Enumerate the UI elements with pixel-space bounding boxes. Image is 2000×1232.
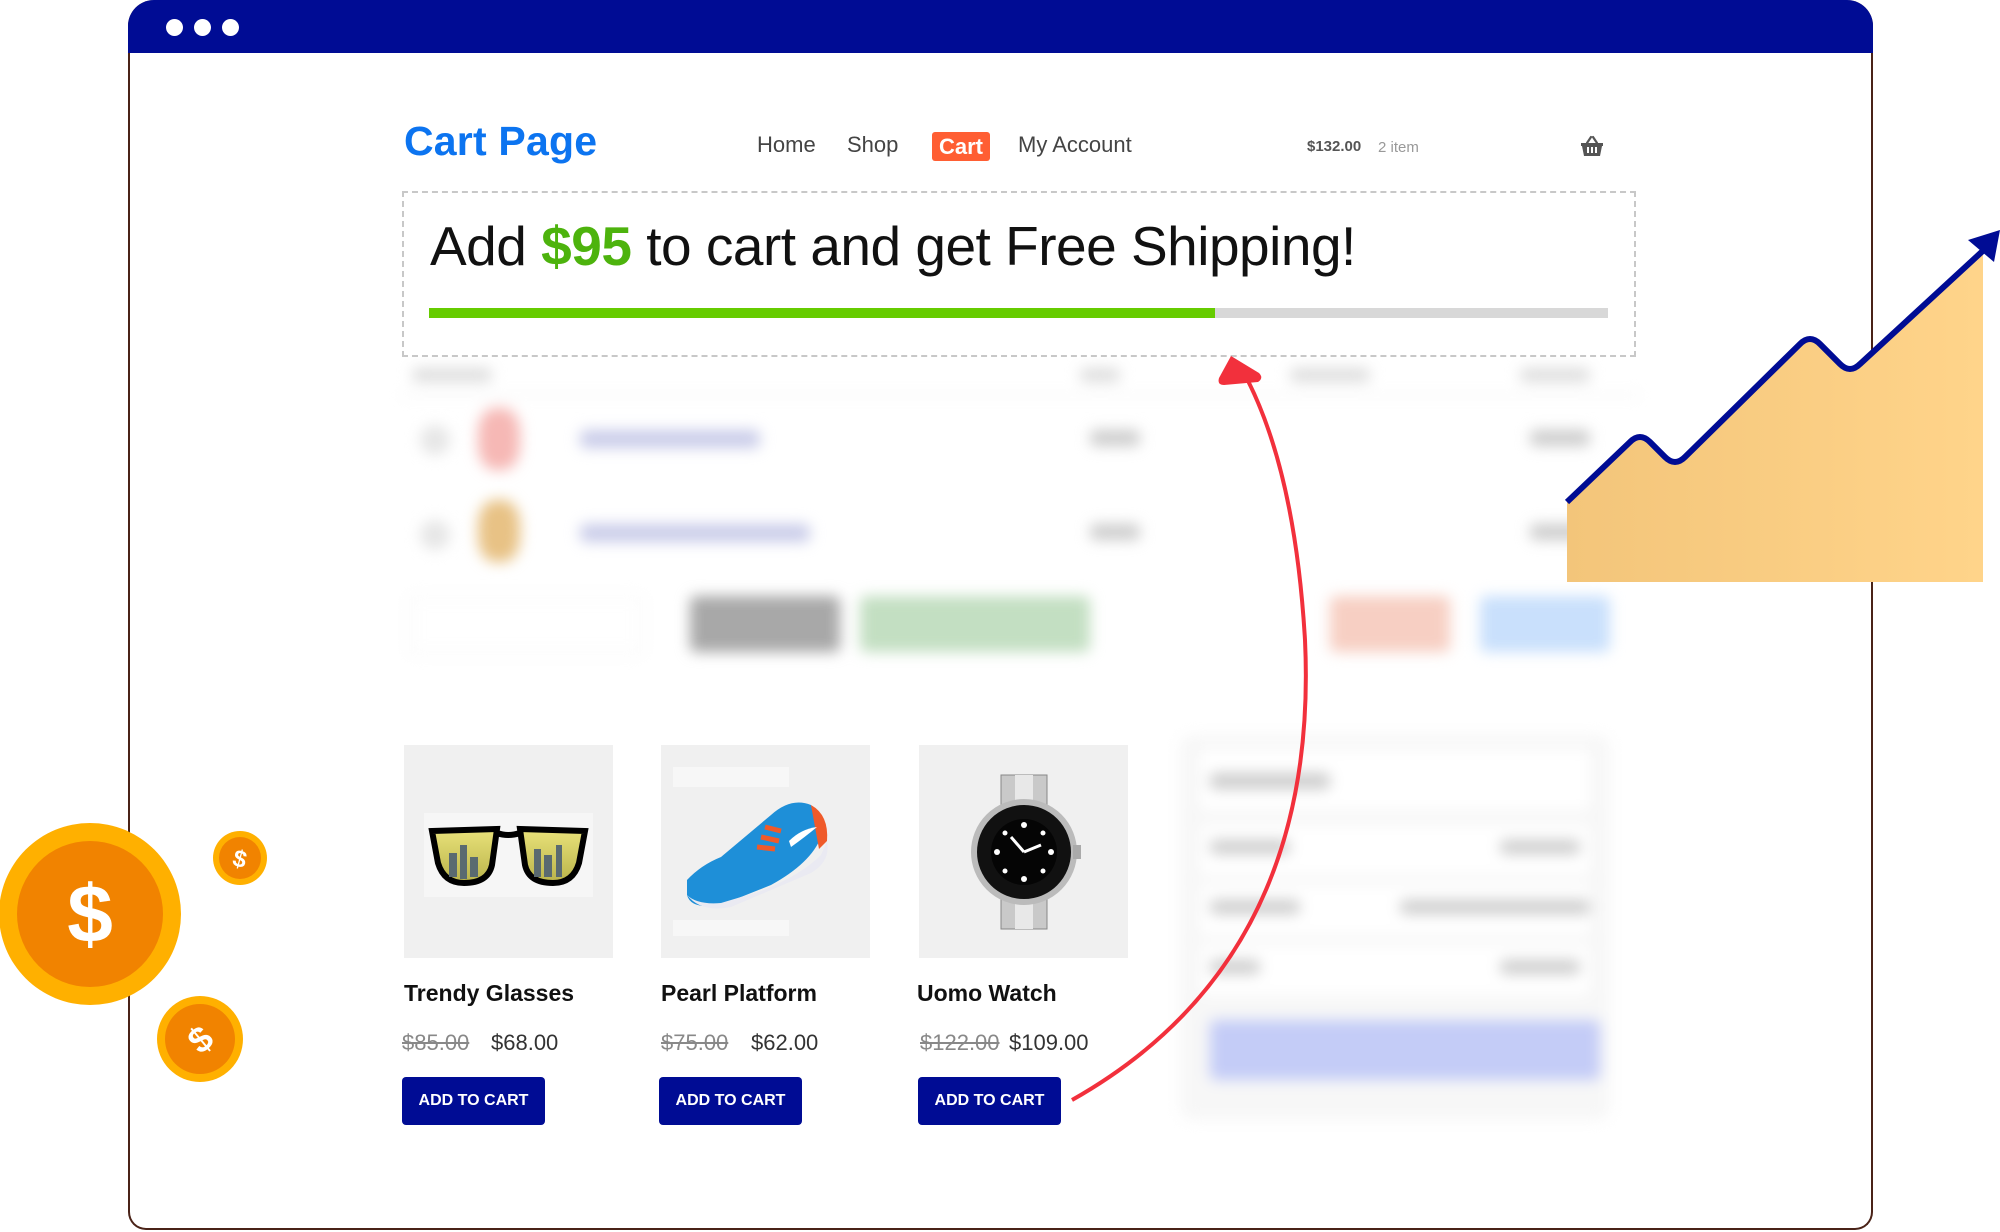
product-original-price: $75.00 (661, 1030, 729, 1055)
window-control-dot[interactable] (222, 19, 239, 36)
add-to-cart-button[interactable]: ADD TO CART (402, 1077, 545, 1125)
site-title[interactable]: Cart Page (404, 118, 597, 165)
cart-table-blurred (400, 360, 1640, 680)
window-control-dot[interactable] (166, 19, 183, 36)
mini-cart-total[interactable]: $132.00 (1307, 138, 1361, 155)
sneaker-icon (673, 767, 828, 936)
product-sale-price: $68.00 (491, 1030, 559, 1055)
free-shipping-progress-bar (429, 308, 1608, 318)
product-image-sunglasses[interactable] (404, 745, 613, 958)
product-original-price: $122.00 (920, 1030, 1000, 1055)
svg-text:$: $ (67, 869, 113, 960)
basket-icon[interactable] (1580, 135, 1604, 157)
product-original-price: $85.00 (402, 1030, 470, 1055)
add-to-cart-button[interactable]: ADD TO CART (659, 1077, 802, 1125)
nav-shop[interactable]: Shop (847, 132, 898, 158)
nav-cart[interactable]: Cart (932, 132, 990, 161)
cart-totals-blurred (1180, 735, 1610, 1120)
product-sale-price: $109.00 (1009, 1030, 1089, 1055)
add-to-cart-button[interactable]: ADD TO CART (918, 1077, 1061, 1125)
product-sale-price: $62.00 (751, 1030, 819, 1055)
product-image-wristwatch[interactable] (919, 745, 1128, 958)
product-title[interactable]: Uomo Watch (917, 980, 1057, 1007)
free-shipping-message: Add $95 to cart and get Free Shipping! (430, 214, 1356, 278)
mini-cart-count[interactable]: 2 item (1378, 139, 1419, 156)
free-shipping-suffix: to cart and get Free Shipping! (646, 215, 1356, 277)
product-title[interactable]: Pearl Platform (661, 980, 817, 1007)
browser-titlebar (128, 0, 1873, 53)
nav-my-account[interactable]: My Account (1018, 132, 1132, 158)
sunglasses-icon (424, 813, 593, 897)
watch-icon (971, 774, 1081, 930)
product-image-sneaker[interactable] (661, 745, 870, 958)
product-title[interactable]: Trendy Glasses (404, 980, 574, 1007)
free-shipping-progress-fill (429, 308, 1216, 318)
free-shipping-amount: $95 (541, 215, 632, 277)
window-control-dot[interactable] (194, 19, 211, 36)
nav-home[interactable]: Home (757, 132, 816, 158)
free-shipping-prefix: Add (430, 215, 527, 277)
